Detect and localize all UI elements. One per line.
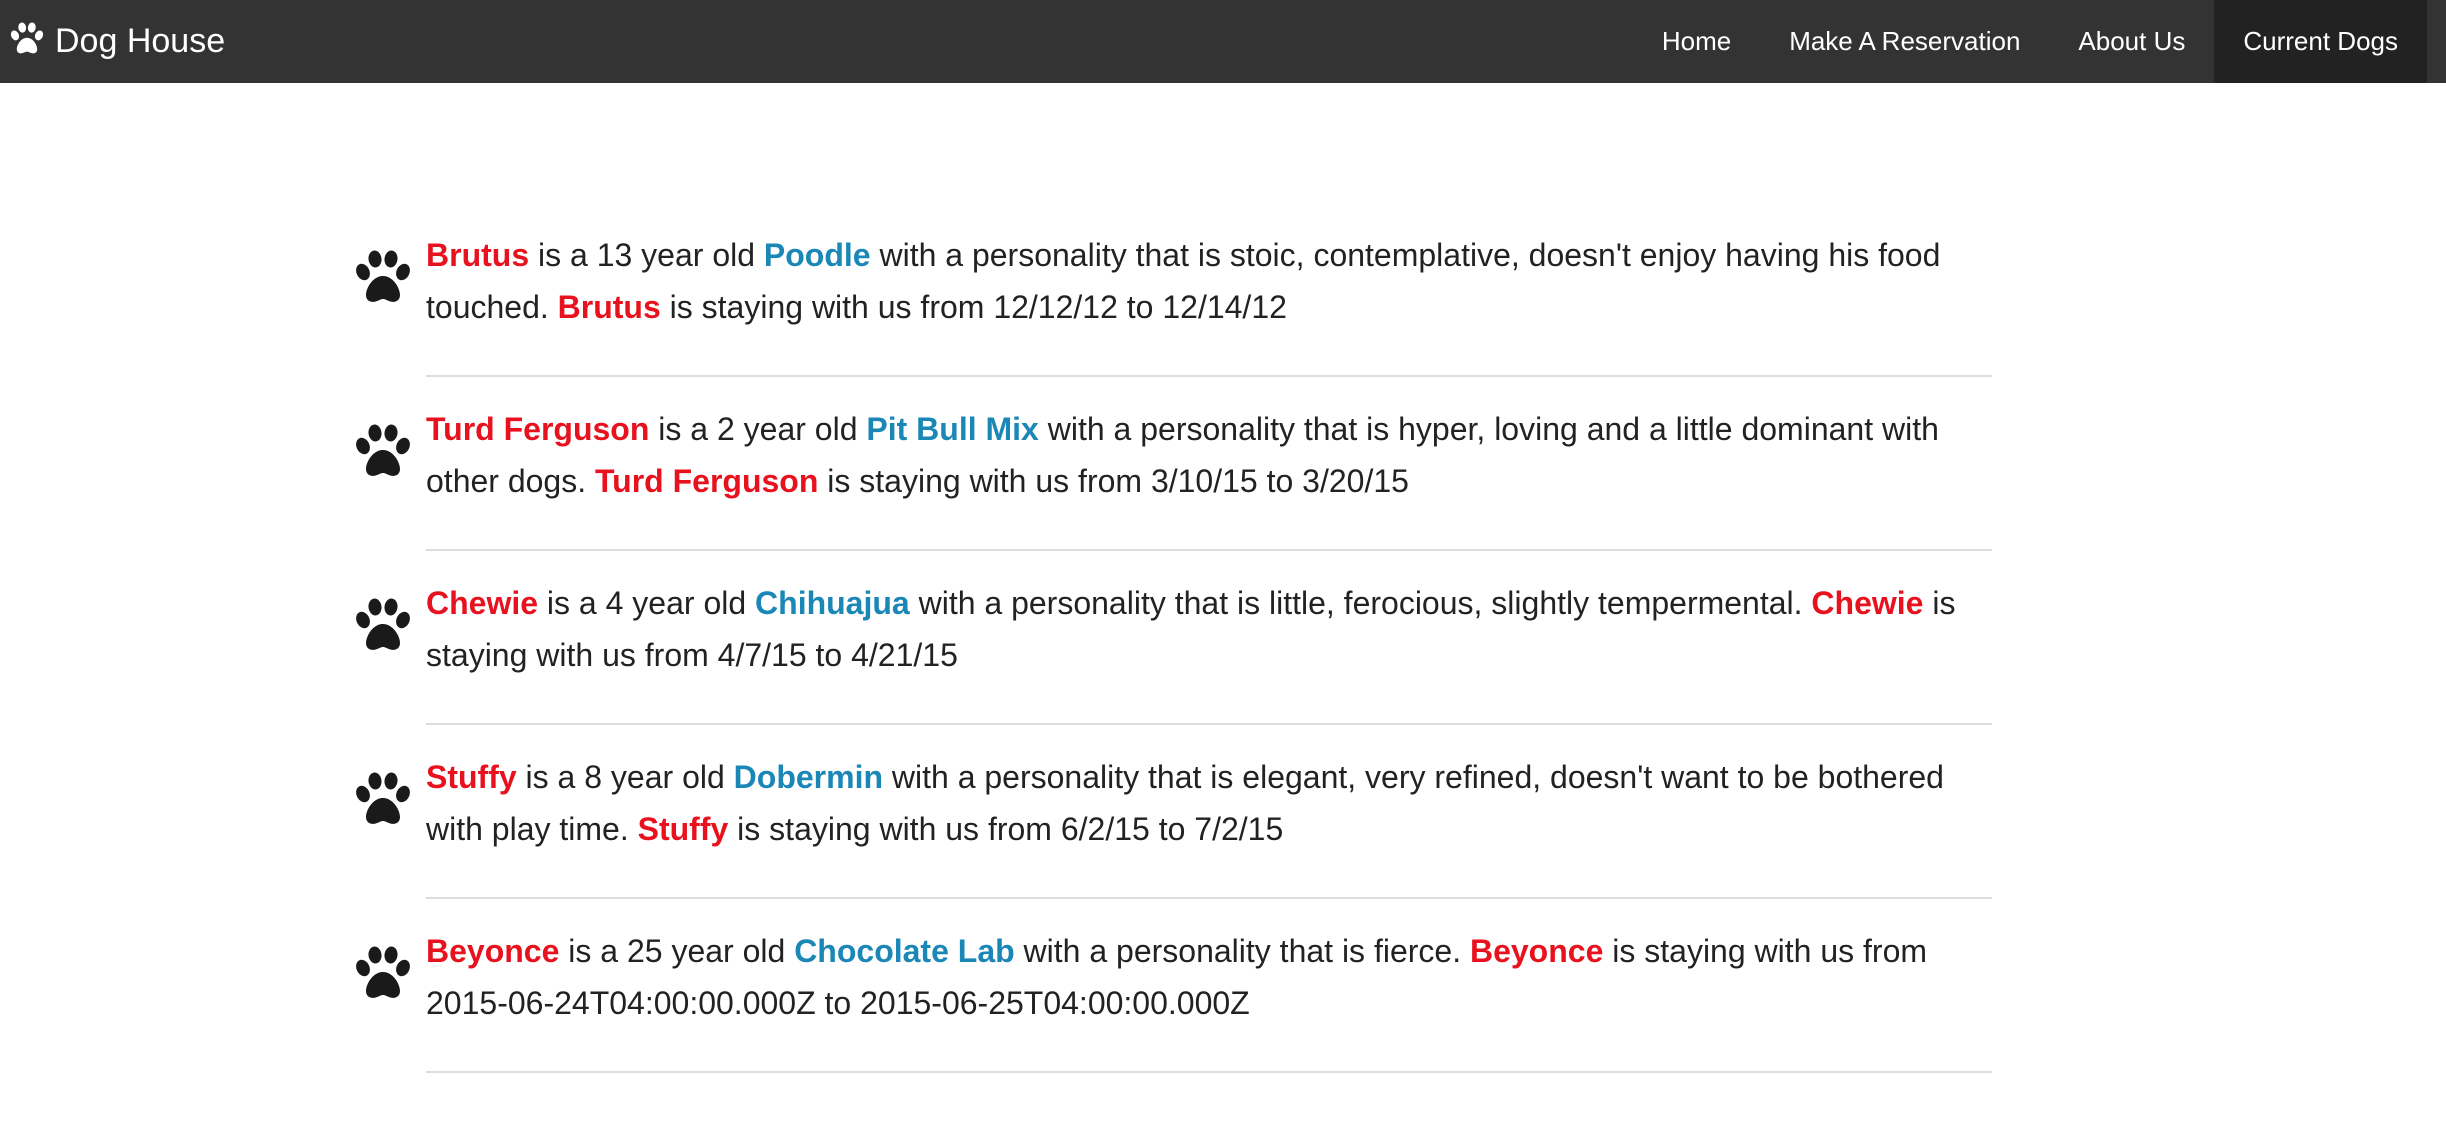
dog-name: Turd Ferguson (595, 462, 819, 499)
dog-entry: Stuffy is a 8 year old Dobermin with a p… (352, 752, 1992, 899)
nav-about-us[interactable]: About Us (2049, 0, 2214, 83)
dog-name: Beyonce (426, 933, 560, 969)
dog-age: 8 (584, 759, 603, 795)
top-navbar: Dog House Home Make A Reservation About … (0, 0, 2446, 83)
dog-name: Turd Ferguson (426, 411, 650, 447)
dog-name: Beyonce (1469, 933, 1604, 969)
stay-from: 6/2/15 (1060, 810, 1150, 847)
nav-links: Home Make A Reservation About Us Current… (1633, 0, 2427, 83)
dog-personality: little, ferocious, slightly tempermental… (1268, 585, 1803, 621)
dog-age: 25 (626, 933, 663, 969)
paw-icon (353, 250, 413, 306)
paw-icon (353, 424, 413, 480)
dog-name: Brutus (426, 237, 530, 273)
divider (426, 723, 1992, 725)
stay-to: 12/14/12 (1162, 288, 1287, 325)
dog-personality: fierce. (1373, 933, 1462, 969)
dog-breed: Pit Bull Mix (866, 411, 1039, 447)
dog-age: 2 (716, 411, 735, 447)
divider (426, 375, 1992, 377)
dog-description: Beyonce is a 25 year old Chocolate Lab w… (426, 933, 1928, 1021)
dog-age: 13 (596, 237, 633, 273)
dog-name: Stuffy (426, 759, 517, 795)
stay-to: 4/21/15 (851, 636, 958, 673)
stay-to: 2015-06-25T04:00:00.000Z (860, 984, 1250, 1021)
paw-icon (353, 772, 413, 828)
nav-make-reservation[interactable]: Make A Reservation (1760, 0, 2049, 83)
divider (426, 1071, 1992, 1073)
nav-current-dogs[interactable]: Current Dogs (2214, 0, 2427, 83)
brand-label: Dog House (55, 22, 226, 60)
paw-icon (10, 22, 44, 53)
stay-to: 7/2/15 (1194, 810, 1284, 847)
stay-from: 2015-06-24T04:00:00.000Z (426, 984, 816, 1021)
dog-description: Turd Ferguson is a 2 year old Pit Bull M… (426, 411, 1939, 499)
dog-name: Stuffy (637, 810, 729, 847)
stay-from: 12/12/12 (993, 288, 1118, 325)
paw-icon (353, 598, 413, 654)
dog-entry: Beyonce is a 25 year old Chocolate Lab w… (352, 926, 1992, 1073)
dog-name: Chewie (1811, 585, 1924, 621)
stay-to: 3/20/15 (1302, 462, 1409, 499)
stay-from: 4/7/15 (717, 636, 807, 673)
stay-from: 3/10/15 (1150, 462, 1258, 499)
dog-entry: Chewie is a 4 year old Chihuajua with a … (352, 578, 1992, 725)
dog-description: Stuffy is a 8 year old Dobermin with a p… (426, 759, 1944, 847)
dog-name: Chewie (426, 585, 539, 621)
paw-icon (353, 946, 413, 1002)
dog-list: Brutus is a 13 year old Poodle with a pe… (352, 230, 1992, 1100)
nav-home[interactable]: Home (1633, 0, 1760, 83)
dog-name: Brutus (557, 288, 661, 325)
divider (426, 549, 1992, 551)
brand-link[interactable]: Dog House (9, 0, 225, 83)
dog-entry: Turd Ferguson is a 2 year old Pit Bull M… (352, 404, 1992, 551)
dog-breed: Poodle (763, 237, 871, 273)
dog-entry: Brutus is a 13 year old Poodle with a pe… (352, 230, 1992, 377)
dog-breed: Dobermin (733, 759, 883, 795)
divider (426, 897, 1992, 899)
dog-description: Chewie is a 4 year old Chihuajua with a … (426, 585, 1956, 673)
dog-breed: Chihuajua (755, 585, 910, 621)
dog-description: Brutus is a 13 year old Poodle with a pe… (426, 237, 1941, 325)
dog-breed: Chocolate Lab (794, 933, 1015, 969)
dog-age: 4 (605, 585, 624, 621)
